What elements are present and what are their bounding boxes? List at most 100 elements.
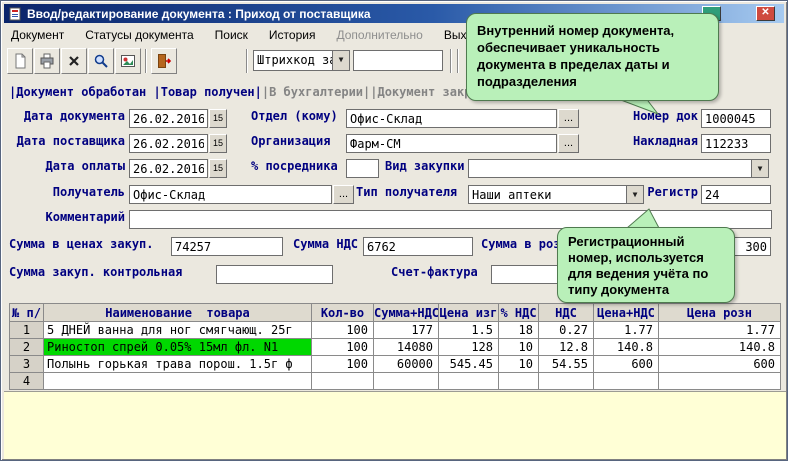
middleman-pct-input[interactable] (346, 159, 379, 178)
menu-history[interactable]: История (269, 28, 316, 42)
price-with-nds-cell[interactable]: 600 (593, 355, 659, 373)
price-retail-cell[interactable]: 140.8 (658, 338, 781, 356)
supplier-date-label: Дата поставщика (16, 134, 125, 148)
price-retail-cell[interactable]: 600 (658, 355, 781, 373)
supplier-date-calendar-button[interactable]: 15 (209, 134, 227, 153)
delete-button[interactable] (61, 48, 87, 74)
receiver-browse-button[interactable]: ... (333, 185, 354, 204)
invoice-number-input[interactable] (701, 134, 771, 153)
control-sum-label: Сумма закуп. контрольная (9, 265, 183, 279)
table-row[interactable]: 2 Риностоп спрей 0.05% 15мл фл. N1 100 1… (9, 338, 781, 356)
pay-date-calendar-button[interactable]: 15 (209, 159, 227, 178)
chevron-down-icon[interactable]: ▼ (751, 160, 768, 177)
doc-number-input[interactable] (701, 109, 771, 128)
department-input[interactable] (346, 109, 557, 128)
organization-input[interactable] (346, 134, 557, 153)
qty-cell[interactable]: 100 (311, 355, 374, 373)
pct-nds-cell[interactable]: 18 (498, 321, 539, 339)
col-price-with-nds: Цена+НДС (593, 303, 659, 322)
price-retail-cell[interactable]: 1.77 (658, 321, 781, 339)
qty-cell[interactable]: 100 (311, 338, 374, 356)
new-document-button[interactable] (7, 48, 33, 74)
item-name-cell[interactable]: Риностоп спрей 0.05% 15мл фл. N1 (43, 338, 312, 356)
menu-document[interactable]: Документ (11, 28, 64, 42)
nds-cell[interactable]: 0.27 (538, 321, 594, 339)
doc-number-tooltip: Внутренний номер документа, обеспечивает… (466, 13, 719, 101)
app-icon (9, 7, 21, 20)
price-with-nds-cell[interactable]: 140.8 (593, 338, 659, 356)
receiver-input[interactable] (129, 185, 332, 204)
control-sum-input[interactable] (216, 265, 333, 284)
nds-sum-input[interactable] (363, 237, 473, 256)
pay-date-input[interactable] (129, 159, 208, 178)
print-button[interactable] (34, 48, 60, 74)
col-sum-nds: Сумма+НДС (373, 303, 439, 322)
item-name-cell[interactable]: Полынь горькая трава порош. 1.5г ф (43, 355, 312, 373)
sum-nds-cell[interactable] (373, 372, 439, 390)
bottom-panel (4, 391, 786, 459)
receiver-type-label: Тип получателя (356, 185, 458, 199)
purchase-kind-combobox[interactable]: ▼ (468, 159, 769, 178)
doc-date-input[interactable] (129, 109, 208, 128)
search-icon (94, 54, 108, 68)
pct-nds-cell[interactable]: 10 (498, 338, 539, 356)
nds-cell[interactable]: 12.8 (538, 338, 594, 356)
pct-nds-cell[interactable] (498, 372, 539, 390)
comment-label: Комментарий (45, 210, 125, 224)
menu-additional[interactable]: Дополнительно (336, 28, 422, 42)
app-window: Ввод/редактирование документа : Приход о… (0, 0, 788, 461)
price-with-nds-cell[interactable]: 1.77 (593, 321, 659, 339)
new-document-icon (15, 53, 26, 69)
toolbar-separator (145, 49, 147, 73)
toolbar-separator (450, 49, 452, 73)
item-name-cell[interactable]: 5 ДНЕЙ ванна для ног смягчающ. 25г (43, 321, 312, 339)
nds-cell[interactable] (538, 372, 594, 390)
col-price-retail: Цена розн (658, 303, 781, 322)
price-mfg-cell[interactable]: 545.45 (438, 355, 499, 373)
qty-cell[interactable]: 100 (311, 321, 374, 339)
exit-button[interactable] (151, 48, 177, 74)
sum-nds-cell[interactable]: 14080 (373, 338, 439, 356)
toolbar-separator (246, 49, 248, 73)
close-button[interactable]: ✕ (756, 6, 775, 21)
price-mfg-cell[interactable]: 128 (438, 338, 499, 356)
menubar: Документ Статусы документа Поиск История… (11, 27, 480, 43)
row-number: 2 (9, 338, 44, 356)
window-title: Ввод/редактирование документа : Приход о… (27, 6, 371, 21)
receiver-type-combobox[interactable]: Наши аптеки ▼ (468, 185, 644, 204)
menu-document-statuses[interactable]: Статусы документа (85, 28, 193, 42)
items-table: № п/ Наименование товара Кол-во Сумма+НД… (9, 303, 781, 390)
price-mfg-cell[interactable] (438, 372, 499, 390)
col-pct-nds: % НДС (498, 303, 539, 322)
table-row[interactable]: 3 Полынь горькая трава порош. 1.5г ф 100… (9, 355, 781, 373)
barcode-mode-combobox[interactable]: Штрихкод заво ▼ (253, 50, 350, 71)
nds-cell[interactable]: 54.55 (538, 355, 594, 373)
register-input[interactable] (701, 185, 771, 204)
barcode-input[interactable] (353, 50, 443, 71)
price-mfg-cell[interactable]: 1.5 (438, 321, 499, 339)
chevron-down-icon[interactable]: ▼ (332, 51, 349, 70)
item-name-cell[interactable] (43, 372, 312, 390)
table-row[interactable]: 1 5 ДНЕЙ ванна для ног смягчающ. 25г 100… (9, 321, 781, 339)
sum-nds-cell[interactable]: 177 (373, 321, 439, 339)
doc-date-calendar-button[interactable]: 15 (209, 109, 227, 128)
report-button[interactable] (115, 48, 141, 74)
sum-nds-cell[interactable]: 60000 (373, 355, 439, 373)
purchase-sum-input[interactable] (171, 237, 283, 256)
department-browse-button[interactable]: ... (558, 109, 579, 128)
table-row[interactable]: 4 (9, 372, 781, 390)
pct-nds-cell[interactable]: 10 (498, 355, 539, 373)
register-label: Регистр (647, 185, 698, 199)
nds-sum-label: Сумма НДС (293, 237, 359, 251)
menu-search[interactable]: Поиск (215, 28, 248, 42)
qty-cell[interactable] (311, 372, 374, 390)
receiver-label: Получатель (52, 185, 125, 199)
table-header-row: № п/ Наименование товара Кол-во Сумма+НД… (9, 303, 781, 322)
status-flags: |Документ обработан |Товар получен||В бу… (9, 85, 493, 101)
search-button[interactable] (88, 48, 114, 74)
price-with-nds-cell[interactable] (593, 372, 659, 390)
price-retail-cell[interactable] (658, 372, 781, 390)
row-number: 1 (9, 321, 44, 339)
supplier-date-input[interactable] (129, 134, 208, 153)
organization-browse-button[interactable]: ... (558, 134, 579, 153)
